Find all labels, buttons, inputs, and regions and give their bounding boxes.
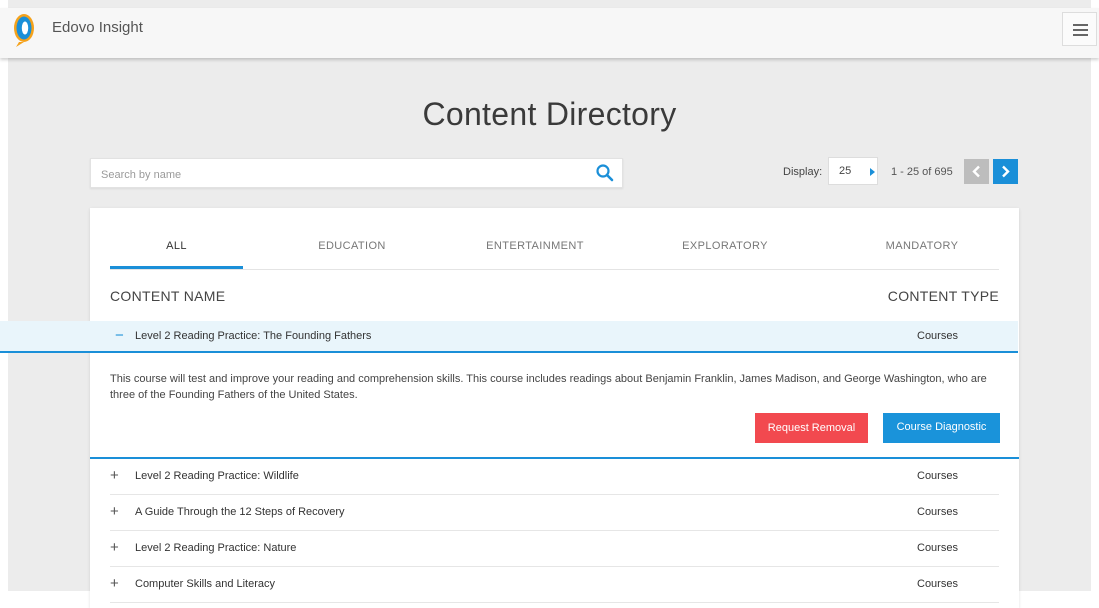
- caret-right-icon: [870, 168, 875, 176]
- display-label: Display:: [783, 166, 823, 178]
- search-input[interactable]: [99, 165, 583, 185]
- item-title: Computer Skills and Literacy: [135, 578, 276, 590]
- column-header-content-type[interactable]: CONTENT TYPE: [888, 288, 999, 304]
- item-title: Level 2 Reading Practice: Wildlife: [135, 470, 299, 482]
- hamburger-menu-button[interactable]: [1062, 12, 1097, 46]
- page-title: Content Directory: [422, 96, 677, 132]
- expand-icon[interactable]: +: [110, 539, 119, 556]
- item-type: Courses: [917, 542, 958, 554]
- expand-icon[interactable]: +: [110, 575, 119, 592]
- hamburger-bar: [1073, 29, 1088, 31]
- tab-exploratory[interactable]: EXPLORATORY: [655, 240, 795, 252]
- app-window: Edovo Insight Content Directory Display:…: [0, 0, 1099, 608]
- search-icon[interactable]: [595, 163, 615, 183]
- item-type: Courses: [917, 470, 958, 482]
- course-diagnostic-button[interactable]: Course Diagnostic: [883, 413, 1000, 443]
- display-count-value: 25: [839, 165, 852, 177]
- next-page-button[interactable]: [993, 159, 1018, 184]
- pagination-range: 1 - 25 of 695: [891, 166, 953, 178]
- column-header-content-name[interactable]: CONTENT NAME: [110, 288, 225, 304]
- content-card: ALL EDUCATION ENTERTAINMENT EXPLORATORY …: [0, 208, 1019, 608]
- chevron-left-icon: [972, 165, 980, 178]
- list-item[interactable]: + Level 2 Reading Practice: Wildlife Cou…: [110, 459, 999, 495]
- expanded-list-item[interactable]: − Level 2 Reading Practice: The Founding…: [0, 321, 1018, 353]
- list-item[interactable]: + Computer Skills and Literacy Courses: [110, 567, 999, 603]
- request-removal-button[interactable]: Request Removal: [755, 413, 868, 443]
- item-type: Courses: [917, 506, 958, 518]
- item-title: Level 2 Reading Practice: The Founding F…: [135, 330, 372, 342]
- frame-left: [0, 0, 8, 591]
- active-tab-indicator: [110, 266, 243, 269]
- tab-all[interactable]: ALL: [110, 240, 243, 252]
- top-nav-bar: Edovo Insight: [0, 8, 1099, 58]
- item-description: This course will test and improve your r…: [110, 373, 987, 401]
- frame-right: [1091, 0, 1099, 591]
- item-title: A Guide Through the 12 Steps of Recovery: [135, 506, 345, 518]
- chevron-right-icon: [1002, 165, 1010, 178]
- search-box: [90, 158, 623, 188]
- hamburger-bar: [1073, 34, 1088, 36]
- tab-education[interactable]: EDUCATION: [287, 240, 417, 252]
- list-item[interactable]: + Level 2 Reading Practice: Nature Cours…: [110, 531, 999, 567]
- hamburger-menu-icon: [1073, 24, 1088, 26]
- tab-mandatory[interactable]: MANDATORY: [852, 240, 992, 252]
- category-tabs: ALL EDUCATION ENTERTAINMENT EXPLORATORY …: [110, 208, 999, 270]
- expand-icon[interactable]: +: [110, 503, 119, 520]
- item-title: Level 2 Reading Practice: Nature: [135, 542, 297, 554]
- collapse-icon[interactable]: −: [115, 327, 124, 344]
- tab-entertainment[interactable]: ENTERTAINMENT: [460, 240, 610, 252]
- previous-page-button[interactable]: [964, 159, 989, 184]
- item-type: Courses: [917, 330, 958, 342]
- edovo-logo-icon[interactable]: [9, 12, 39, 48]
- brand-name[interactable]: Edovo Insight: [52, 19, 143, 36]
- display-count-select[interactable]: 25: [828, 157, 878, 185]
- expand-icon[interactable]: +: [110, 467, 119, 484]
- list-item[interactable]: + A Guide Through the 12 Steps of Recove…: [110, 495, 999, 531]
- item-type: Courses: [917, 578, 958, 590]
